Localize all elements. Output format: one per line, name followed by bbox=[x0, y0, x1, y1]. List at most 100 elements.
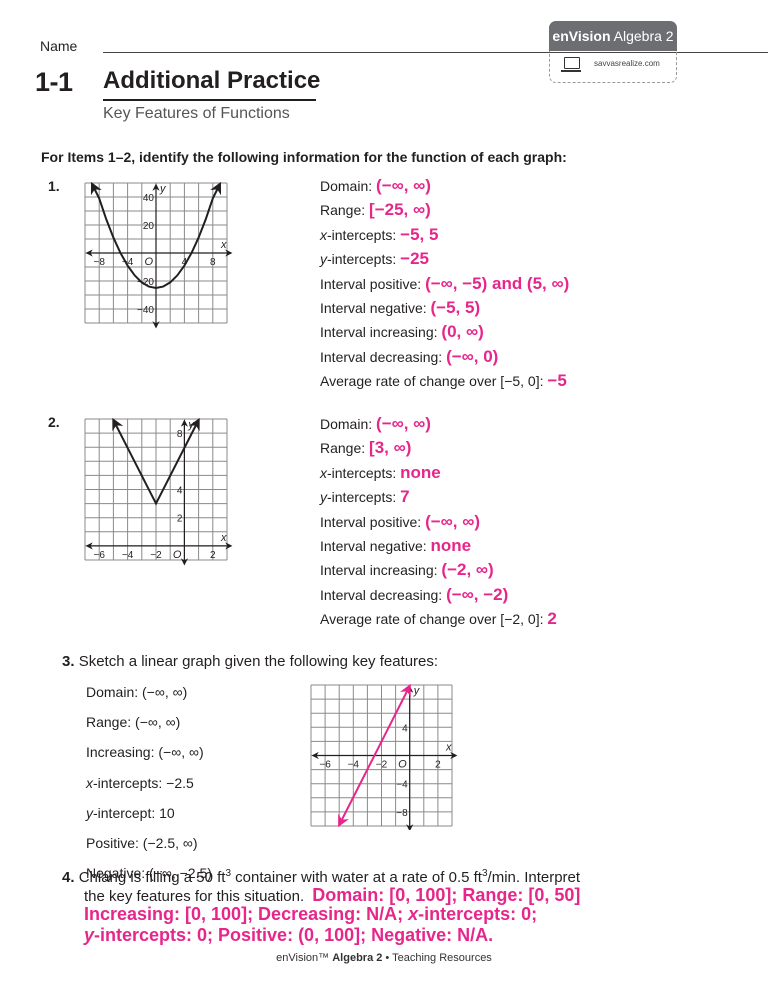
x-tick-label: 2 bbox=[435, 760, 441, 771]
item-2-answer: (−∞, ∞) bbox=[425, 511, 480, 531]
badge-url[interactable]: savvasrealize.com bbox=[594, 59, 660, 68]
origin-label: O bbox=[398, 759, 407, 771]
item-3-feature: x-intercepts: −2.5 bbox=[86, 768, 212, 798]
x-tick-label: −6 bbox=[319, 760, 331, 771]
y-tick-label: −8 bbox=[396, 808, 408, 819]
item-1-row: y-intercepts: −25 bbox=[320, 247, 569, 271]
item-3-feature: Positive: (−2.5, ∞) bbox=[86, 828, 212, 858]
item-2-answer: none bbox=[430, 535, 472, 555]
x-tick-label: −8 bbox=[93, 257, 105, 268]
item-1-graph: xy−8 −4 4 84020−20−40O bbox=[84, 181, 233, 329]
item-4-number: 4. bbox=[62, 869, 75, 886]
item-1-answer: −5, 5 bbox=[400, 224, 439, 244]
instructions: For Items 1–2, identify the following in… bbox=[41, 149, 567, 165]
y-tick-label: 4 bbox=[402, 723, 408, 734]
item-2-label: Interval increasing: bbox=[320, 562, 442, 579]
origin-label: O bbox=[144, 256, 153, 268]
x-tick-label: −4 bbox=[348, 760, 360, 771]
x-tick-label: −2 bbox=[150, 550, 162, 561]
item-4-answer-2b: x bbox=[408, 904, 419, 924]
item-3-number: 3. bbox=[62, 653, 75, 670]
x-tick-label: −6 bbox=[93, 550, 105, 561]
item-3-feature-italic: x bbox=[86, 774, 93, 791]
item-1-answer: (0, ∞) bbox=[441, 322, 484, 342]
item-2-answer: (−∞, ∞) bbox=[376, 414, 431, 433]
title-underline bbox=[103, 99, 316, 101]
item-1-row: Interval decreasing: (−∞, 0) bbox=[320, 345, 569, 369]
item-2-label: Range: bbox=[320, 440, 370, 457]
item-1-label: Range: bbox=[320, 202, 370, 219]
x-axis-label: x bbox=[220, 239, 227, 251]
item-3-feature: y-intercept: 10 bbox=[86, 798, 212, 828]
item-4-answer-3: y-intercepts: 0; Positive: (0, 100]; Neg… bbox=[84, 924, 493, 946]
badge-brand: enVision bbox=[552, 28, 611, 44]
item-2-row: Interval decreasing: (−∞, −2) bbox=[320, 583, 557, 607]
origin-label: O bbox=[173, 549, 182, 561]
item-2-label: -intercepts: bbox=[327, 464, 401, 481]
item-2-label: Domain: bbox=[320, 416, 377, 432]
badge-product: Algebra 2 bbox=[613, 28, 674, 44]
item-1-row: Interval positive: (−∞, −5) and (5, ∞) bbox=[320, 272, 569, 296]
item-2-answer: (−∞, −2) bbox=[446, 584, 509, 604]
item-3-feature-label: Range: (−∞, ∞) bbox=[86, 714, 181, 731]
item-2-row: Domain: (−∞, ∞) bbox=[320, 412, 557, 436]
item-3-feature-italic: y bbox=[86, 804, 93, 821]
item-1-label: -intercepts: bbox=[327, 251, 401, 268]
item-2-row: x-intercepts: none bbox=[320, 461, 557, 485]
item-3-prompt: Sketch a linear graph given the followin… bbox=[78, 653, 439, 670]
item-1-row: Interval increasing: (0, ∞) bbox=[320, 320, 569, 344]
item-1-answer: −25 bbox=[400, 249, 429, 269]
y-tick-label: 8 bbox=[177, 429, 183, 440]
item-3-feature-label: -intercept: 10 bbox=[93, 804, 175, 821]
x-tick-label: −2 bbox=[376, 760, 388, 771]
item-1-label-italic: x bbox=[320, 226, 327, 243]
item-1-label: -intercepts: bbox=[327, 226, 401, 243]
item-1-label: Domain: bbox=[320, 178, 377, 194]
item-2-label: Interval positive: bbox=[320, 513, 426, 530]
item-4-answer-3a: y bbox=[84, 925, 95, 945]
item-2-answer: 2 bbox=[547, 609, 557, 629]
x-tick-label: 8 bbox=[210, 257, 216, 268]
item-1-row: Average rate of change over [−5, 0]: −5 bbox=[320, 369, 569, 393]
item-2-label: -intercepts: bbox=[327, 489, 401, 506]
item-2-answer: (−2, ∞) bbox=[441, 560, 494, 580]
item-3-feature: Domain: (−∞, ∞) bbox=[86, 677, 212, 707]
item-2-answer: none bbox=[400, 462, 441, 482]
item-1-label: Interval decreasing: bbox=[320, 348, 447, 365]
badge-link[interactable]: savvasrealize.com bbox=[549, 51, 677, 83]
item-3-graph[interactable]: x y −6 −4 −2 2 4 −4 −8 O bbox=[305, 680, 460, 830]
badge-title: enVision Algebra 2 bbox=[549, 21, 677, 51]
lesson-number: 1-1 bbox=[35, 67, 73, 97]
item-4-answer-3b: -intercepts: 0; Positive: (0, 100]; Nega… bbox=[94, 925, 494, 945]
page-subtitle: Key Features of Functions bbox=[103, 105, 290, 122]
item-2-row: Average rate of change over [−2, 0]: 2 bbox=[320, 607, 557, 631]
item-2-label: Interval decreasing: bbox=[320, 586, 447, 603]
item-1-label: Average rate of change over [−5, 0]: bbox=[320, 373, 548, 390]
item-1-row: Domain: (−∞, ∞) bbox=[320, 174, 569, 198]
item-3-features: Domain: (−∞, ∞) Range: (−∞, ∞) Increasing:… bbox=[86, 677, 212, 888]
footer-rest: • Teaching Resources bbox=[382, 952, 492, 964]
footer-product: Algebra 2 bbox=[332, 952, 383, 964]
x-axis-label: x bbox=[445, 742, 452, 754]
item-2-row: Interval negative: none bbox=[320, 534, 557, 558]
item-3-feature-label: Increasing: (−∞, ∞) bbox=[86, 744, 204, 761]
item-1-answer: (−∞, −5) and (5, ∞) bbox=[425, 273, 570, 293]
item-3-feature: Increasing: (−∞, ∞) bbox=[86, 737, 212, 767]
y-tick-label: 40 bbox=[143, 193, 155, 204]
page-title: Additional Practice bbox=[103, 67, 321, 94]
y-axis-label: y bbox=[159, 183, 167, 195]
x-tick-label: 2 bbox=[210, 550, 216, 561]
item-1-answer: (−5, 5) bbox=[430, 297, 481, 317]
item-2-answer: [3, ∞) bbox=[369, 438, 412, 458]
y-axis-label: y bbox=[413, 685, 421, 697]
item-2-label: Average rate of change over [−2, 0]: bbox=[320, 611, 548, 628]
envision-badge: enVision Algebra 2 savvasrealize.com bbox=[549, 21, 677, 84]
item-1-answers: Domain: (−∞, ∞) Range: [−25, ∞) x-intercep… bbox=[320, 174, 569, 394]
item-2-graph: xy−6 −4 −2 2842O bbox=[84, 417, 233, 566]
item-2-row: Range: [3, ∞) bbox=[320, 436, 557, 460]
item-3-prompt-row: 3. Sketch a linear graph given the follo… bbox=[62, 652, 438, 671]
name-label: Name bbox=[40, 38, 78, 54]
item-2-answer: 7 bbox=[400, 487, 410, 507]
item-1-label-italic: y bbox=[320, 251, 327, 268]
item-1-number: 1. bbox=[48, 178, 60, 194]
